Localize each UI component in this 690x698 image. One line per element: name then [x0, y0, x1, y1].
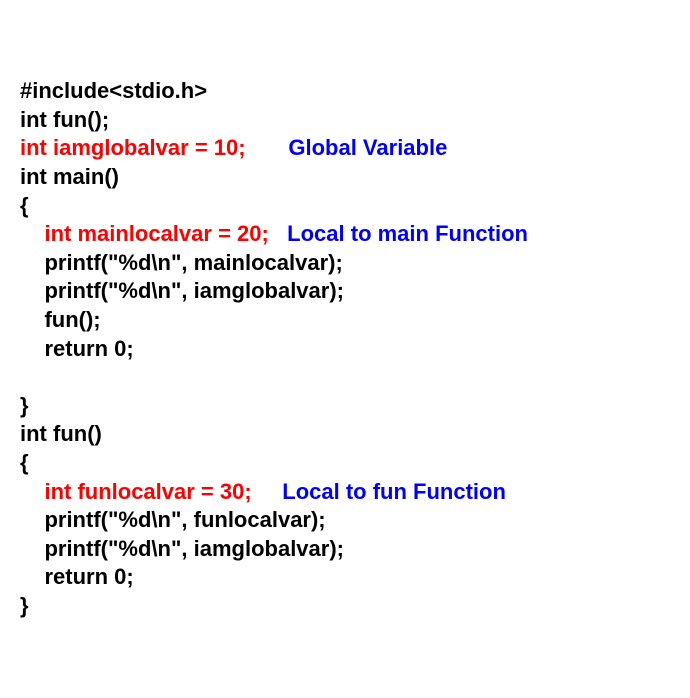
code-line: printf("%d\n", mainlocalvar); — [20, 250, 343, 275]
main-local-var-declaration: int mainlocalvar = 20; — [44, 221, 268, 246]
code-line: } — [20, 393, 29, 418]
code-line: int fun(); — [20, 107, 109, 132]
global-var-comment: Global Variable — [288, 135, 447, 160]
indent — [20, 221, 44, 246]
code-line: fun(); — [20, 307, 101, 332]
code-line: #include<stdio.h> — [20, 78, 207, 103]
code-line: printf("%d\n", iamglobalvar); — [20, 278, 344, 303]
global-var-declaration: int iamglobalvar = 10; — [20, 135, 246, 160]
fun-local-var-declaration: int funlocalvar = 30; — [44, 479, 251, 504]
code-line: printf("%d\n", iamglobalvar); — [20, 536, 344, 561]
indent — [20, 479, 44, 504]
code-line: return 0; — [20, 336, 134, 361]
code-line: int main() — [20, 164, 119, 189]
code-line: int fun() — [20, 421, 102, 446]
code-line: return 0; — [20, 564, 134, 589]
main-local-var-comment: Local to main Function — [287, 221, 528, 246]
code-line: printf("%d\n", funlocalvar); — [20, 507, 326, 532]
code-line: } — [20, 593, 29, 618]
code-line: { — [20, 450, 29, 475]
fun-local-var-comment: Local to fun Function — [282, 479, 506, 504]
code-line: { — [20, 193, 29, 218]
